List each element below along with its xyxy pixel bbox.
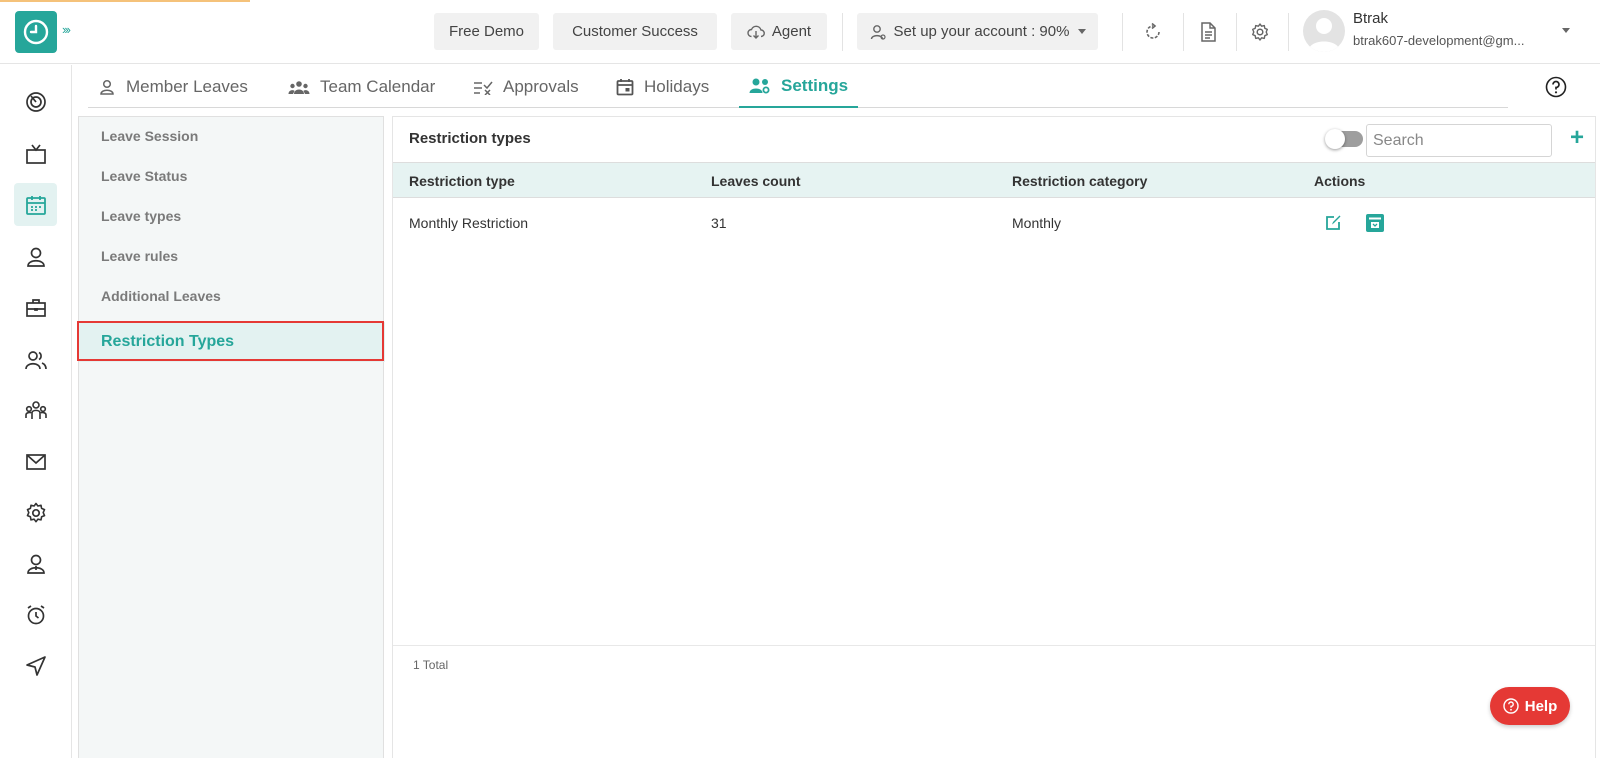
- left-sidebar: [0, 65, 72, 758]
- tab-team-calendar[interactable]: Team Calendar: [278, 66, 445, 108]
- archive-icon[interactable]: [1365, 213, 1385, 233]
- user-menu-caret-icon[interactable]: [1562, 28, 1570, 33]
- agent-button[interactable]: Agent: [731, 13, 827, 50]
- tab-label: Team Calendar: [320, 77, 436, 96]
- gear-icon[interactable]: [14, 491, 57, 534]
- team-icon: [288, 81, 310, 94]
- total-count: 1 Total: [413, 658, 449, 672]
- divider: [1288, 13, 1289, 51]
- menu-item-leave-status[interactable]: Leave Status: [101, 168, 187, 184]
- document-icon[interactable]: [1196, 20, 1220, 44]
- avatar[interactable]: [1303, 10, 1345, 52]
- help-button[interactable]: Help: [1490, 687, 1570, 725]
- menu-item-leave-types[interactable]: Leave types: [101, 208, 181, 224]
- free-demo-button[interactable]: Free Demo: [434, 13, 539, 50]
- chevron-down-icon: [1078, 29, 1087, 34]
- archive-toggle[interactable]: [1325, 129, 1363, 149]
- users-icon[interactable]: [14, 338, 57, 381]
- column-header-restriction-category[interactable]: Restriction category: [1012, 173, 1147, 189]
- loading-bar: [0, 0, 250, 2]
- divider: [1183, 13, 1184, 51]
- help-circle-icon: [1503, 698, 1519, 714]
- expand-sidebar-icon[interactable]: ›››: [62, 22, 71, 37]
- table-row: Monthly Restriction 31 Monthly: [393, 199, 1595, 249]
- tv-icon[interactable]: [14, 132, 57, 175]
- cloud-download-icon: [747, 25, 765, 39]
- add-icon[interactable]: +: [1570, 124, 1584, 152]
- restriction-types-panel: Restriction types + Restriction type Lea…: [392, 116, 1596, 758]
- briefcase-icon[interactable]: [14, 286, 57, 329]
- help-button-label: Help: [1524, 697, 1558, 715]
- tab-member-leaves[interactable]: Member Leaves: [88, 66, 258, 108]
- dashboard-icon[interactable]: [14, 80, 57, 123]
- refresh-icon[interactable]: [1141, 20, 1165, 44]
- column-header-actions: Actions: [1314, 173, 1366, 189]
- leave-calendar-icon[interactable]: [14, 183, 57, 226]
- approvals-icon: [474, 81, 493, 95]
- panel-title: Restriction types: [409, 130, 531, 147]
- tab-bar: Member Leaves Team Calendar Approvals Ho…: [88, 66, 1508, 108]
- tab-settings[interactable]: Settings: [739, 66, 859, 108]
- menu-item-additional-leaves[interactable]: Additional Leaves: [101, 288, 221, 304]
- person-icon: [100, 79, 114, 95]
- clock-logo-icon: [23, 19, 49, 45]
- setup-account-label: Set up your account : 90%: [893, 23, 1070, 40]
- menu-item-leave-session[interactable]: Leave Session: [101, 128, 198, 144]
- toggle-knob: [1325, 129, 1345, 149]
- edit-icon[interactable]: [1323, 213, 1343, 233]
- settings-menu: Leave Session Leave Status Leave types L…: [78, 116, 385, 758]
- free-demo-label: Free Demo: [448, 23, 525, 40]
- search-input[interactable]: [1366, 124, 1552, 157]
- tab-label: Holidays: [644, 77, 710, 96]
- tab-approvals[interactable]: Approvals: [463, 66, 589, 108]
- app-logo[interactable]: [15, 11, 57, 53]
- column-header-restriction-type[interactable]: Restriction type: [409, 173, 515, 189]
- table-header: Restriction type Leaves count Restrictio…: [393, 162, 1595, 198]
- user-avatar-icon: [1308, 18, 1340, 52]
- settings-gear-icon[interactable]: [1248, 20, 1272, 44]
- top-bar: ››› Free Demo Customer Success Agent Set…: [0, 0, 1600, 64]
- cell-leaves-count: 31: [711, 215, 727, 231]
- help-question-icon[interactable]: [1545, 76, 1567, 98]
- mail-icon[interactable]: [14, 440, 57, 483]
- tab-holidays[interactable]: Holidays: [606, 66, 719, 108]
- column-header-leaves-count[interactable]: Leaves count: [711, 173, 800, 189]
- employee-icon[interactable]: [14, 542, 57, 585]
- user-icon[interactable]: [14, 235, 57, 278]
- divider: [1122, 13, 1123, 51]
- customer-success-button[interactable]: Customer Success: [553, 13, 717, 50]
- setup-account-button[interactable]: Set up your account : 90%: [857, 13, 1098, 50]
- cell-restriction-type: Monthly Restriction: [409, 215, 529, 231]
- divider: [842, 13, 843, 51]
- user-setup-icon: [870, 24, 886, 40]
- alarm-clock-icon[interactable]: [14, 593, 57, 636]
- footer-divider: [393, 645, 1595, 646]
- user-name: Btrak: [1353, 10, 1389, 27]
- menu-item-leave-rules[interactable]: Leave rules: [101, 248, 178, 264]
- tab-label: Approvals: [503, 77, 579, 96]
- divider: [1236, 13, 1237, 51]
- menu-item-restriction-types[interactable]: Restriction Types: [79, 322, 385, 362]
- cell-restriction-category: Monthly: [1012, 215, 1062, 231]
- team-icon[interactable]: [14, 389, 57, 432]
- customer-success-label: Customer Success: [572, 23, 698, 40]
- settings-people-icon: [749, 78, 770, 94]
- tab-label: Settings: [781, 76, 849, 95]
- calendar-icon: [616, 79, 634, 96]
- agent-label: Agent: [771, 23, 812, 40]
- user-email: btrak607-development@gm...: [1353, 33, 1525, 48]
- tab-label: Member Leaves: [126, 77, 248, 96]
- send-icon[interactable]: [14, 644, 57, 687]
